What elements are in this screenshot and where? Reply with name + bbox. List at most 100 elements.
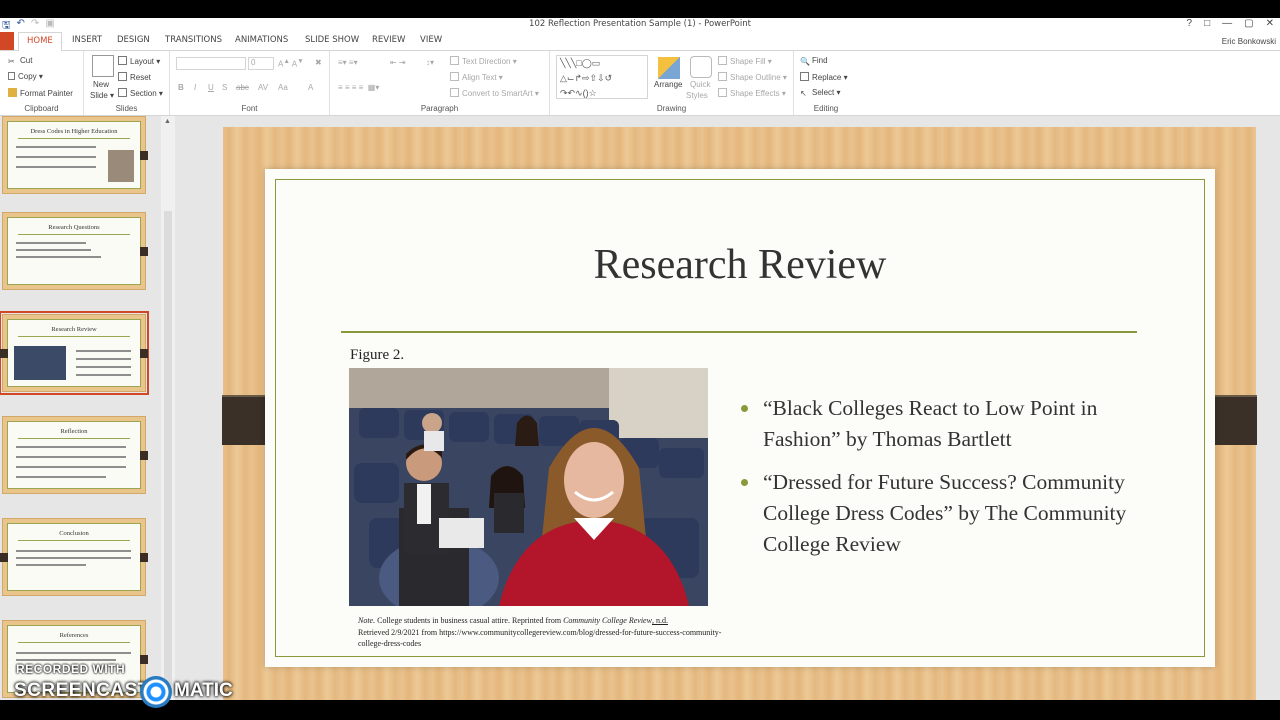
bold-button[interactable]: B xyxy=(178,83,184,92)
thumbnail-text-line xyxy=(16,446,126,448)
editing-group: 🔍 Find Replace ▾ ↖ Select ▾ Editing xyxy=(794,51,858,115)
font-color-button[interactable]: A xyxy=(308,83,313,92)
format-painter-button[interactable]: Format Painter xyxy=(8,88,73,98)
new-slide-label[interactable]: New xyxy=(93,80,109,89)
title-bar: 🖫 ↶ ↷ ▣ 102 Reflection Presentation Samp… xyxy=(0,18,1280,32)
replace-button[interactable]: Replace ▾ xyxy=(800,72,848,82)
smartart-button[interactable]: Convert to SmartArt ▾ xyxy=(450,88,539,98)
align-text-button[interactable]: Align Text ▾ xyxy=(450,72,503,82)
thumbnail-rule xyxy=(18,540,130,541)
slide-thumbnail[interactable]: Research Questions xyxy=(2,212,148,290)
thumbnail-text-line xyxy=(16,166,96,168)
italic-button[interactable]: I xyxy=(194,83,196,92)
close-icon[interactable]: ✕ xyxy=(1266,18,1274,29)
tab-view[interactable]: VIEW xyxy=(420,35,442,45)
students-photo[interactable] xyxy=(349,368,708,606)
slide-canvas[interactable]: Research Review Figure 2. Note. College … xyxy=(222,127,1257,700)
quick-styles-label-2[interactable]: Styles xyxy=(686,91,708,100)
tab-home[interactable]: HOME xyxy=(18,32,62,51)
change-case-button[interactable]: Aa xyxy=(278,83,288,92)
reset-label: Reset xyxy=(130,73,151,82)
thumbnail-title: Research Questions xyxy=(48,224,100,231)
thumbnail-bracket xyxy=(140,151,148,160)
new-slide-icon[interactable] xyxy=(92,55,114,77)
underline-button[interactable]: U xyxy=(208,83,214,92)
slide-thumbnail[interactable]: Reflection xyxy=(2,416,148,494)
slide-thumbnail[interactable]: Conclusion xyxy=(0,518,148,596)
slide-title[interactable]: Research Review xyxy=(265,241,1215,289)
tab-insert[interactable]: INSERT xyxy=(72,35,102,45)
thumbnail-bracket xyxy=(0,553,8,562)
note-prefix: Note. xyxy=(358,616,376,625)
thumbnail-scrollbar[interactable]: ▲ xyxy=(161,116,175,700)
section-icon xyxy=(118,88,127,97)
figure-note[interactable]: Note. College students in business casua… xyxy=(358,615,738,650)
shadow-button[interactable]: S xyxy=(222,83,227,92)
grow-font-button[interactable]: A▲ A▼ xyxy=(278,58,304,69)
find-button[interactable]: 🔍 Find xyxy=(800,56,828,66)
help-icon[interactable]: ? xyxy=(1187,18,1193,29)
user-name[interactable]: Eric Bonkowski xyxy=(1222,37,1276,46)
thumbnail-bracket xyxy=(140,451,148,460)
shapes-gallery[interactable]: ╲╲╲□◯▭ △⌙↱⇨⇧⇩↺ ↷↶∿()☆ xyxy=(556,55,648,99)
clear-format-icon[interactable]: ✖ xyxy=(315,58,322,67)
workspace: Dress Codes in Higher Education Research… xyxy=(0,116,1280,700)
figure-label[interactable]: Figure 2. xyxy=(350,347,404,364)
copy-button[interactable]: Copy ▾ xyxy=(8,72,43,81)
slide-thumbnail-selected[interactable]: Research Review xyxy=(0,311,149,395)
minimize-icon[interactable]: — xyxy=(1222,18,1232,29)
select-button[interactable]: ↖ Select ▾ xyxy=(800,88,840,98)
tab-file[interactable] xyxy=(0,32,14,50)
shape-effects-button[interactable]: Shape Effects ▾ xyxy=(718,88,786,98)
layout-label: Layout xyxy=(130,57,155,66)
font-size-input[interactable]: 0 xyxy=(248,57,274,70)
tab-animations[interactable]: ANIMATIONS xyxy=(235,35,288,45)
line-spacing-button[interactable]: ↕▾ xyxy=(426,58,434,67)
shape-outline-button[interactable]: Shape Outline ▾ xyxy=(718,72,787,82)
thumbnail-card: Dress Codes in Higher Education xyxy=(7,121,141,189)
arrange-label[interactable]: Arrange xyxy=(654,80,682,89)
bullets-button[interactable]: ≡▾ ≡▾ xyxy=(338,58,358,67)
thumbnail-rule xyxy=(18,336,130,337)
maximize-icon[interactable]: ▢ xyxy=(1244,18,1253,29)
slide-thumbnail[interactable]: Dress Codes in Higher Education xyxy=(2,116,148,194)
font-group-label: Font xyxy=(241,104,258,113)
thumbnail-text-line xyxy=(16,466,126,468)
pen-icon xyxy=(718,72,727,81)
section-label: Section xyxy=(130,89,157,98)
scrollbar-thumb[interactable] xyxy=(164,211,172,691)
bullet-item: “Dressed for Future Success? Community C… xyxy=(741,467,1141,560)
layout-button[interactable]: Layout ▾ xyxy=(118,56,160,66)
cut-button[interactable]: ✂ Cut xyxy=(8,56,32,66)
strikethrough-button[interactable]: abc xyxy=(236,83,249,92)
font-name-input[interactable] xyxy=(176,57,246,70)
tab-transitions[interactable]: TRANSITIONS xyxy=(165,35,222,45)
indent-buttons[interactable]: ⇤ ⇥ xyxy=(390,58,406,67)
section-button[interactable]: Section ▾ xyxy=(118,88,163,98)
cursor-icon: ↖ xyxy=(800,89,807,98)
alignment-buttons[interactable]: ≡ ≡ ≡ ≡ ▦▾ xyxy=(338,83,379,92)
text-direction-button[interactable]: Text Direction ▾ xyxy=(450,56,517,66)
thumbnail-card: Reflection xyxy=(7,421,141,489)
replace-icon xyxy=(800,72,809,81)
bullet-list[interactable]: “Black Colleges React to Low Point in Fa… xyxy=(741,393,1141,572)
text-direction-label: Text Direction xyxy=(462,57,511,66)
smartart-icon xyxy=(450,88,459,97)
reset-button[interactable]: Reset xyxy=(118,72,151,82)
scroll-up-icon[interactable]: ▲ xyxy=(164,118,171,125)
thumbnail-text-line xyxy=(16,256,101,258)
quick-styles-icon[interactable] xyxy=(690,56,712,78)
tab-review[interactable]: REVIEW xyxy=(372,35,405,45)
quick-styles-label[interactable]: Quick xyxy=(690,80,710,89)
shape-fill-button[interactable]: Shape Fill ▾ xyxy=(718,56,772,66)
shape-outline-label: Shape Outline xyxy=(730,73,781,82)
char-spacing-button[interactable]: AV xyxy=(258,83,268,92)
thumbnail-rule xyxy=(18,234,130,235)
copy-icon xyxy=(8,72,15,80)
tab-design[interactable]: DESIGN xyxy=(117,35,150,45)
new-slide-label-2: Slide xyxy=(90,91,108,100)
ribbon-options-icon[interactable]: □ xyxy=(1204,18,1210,29)
tab-slide-show[interactable]: SLIDE SHOW xyxy=(305,35,359,45)
new-slide-dropdown[interactable]: Slide ▾ xyxy=(90,91,114,100)
arrange-icon[interactable] xyxy=(658,57,680,79)
